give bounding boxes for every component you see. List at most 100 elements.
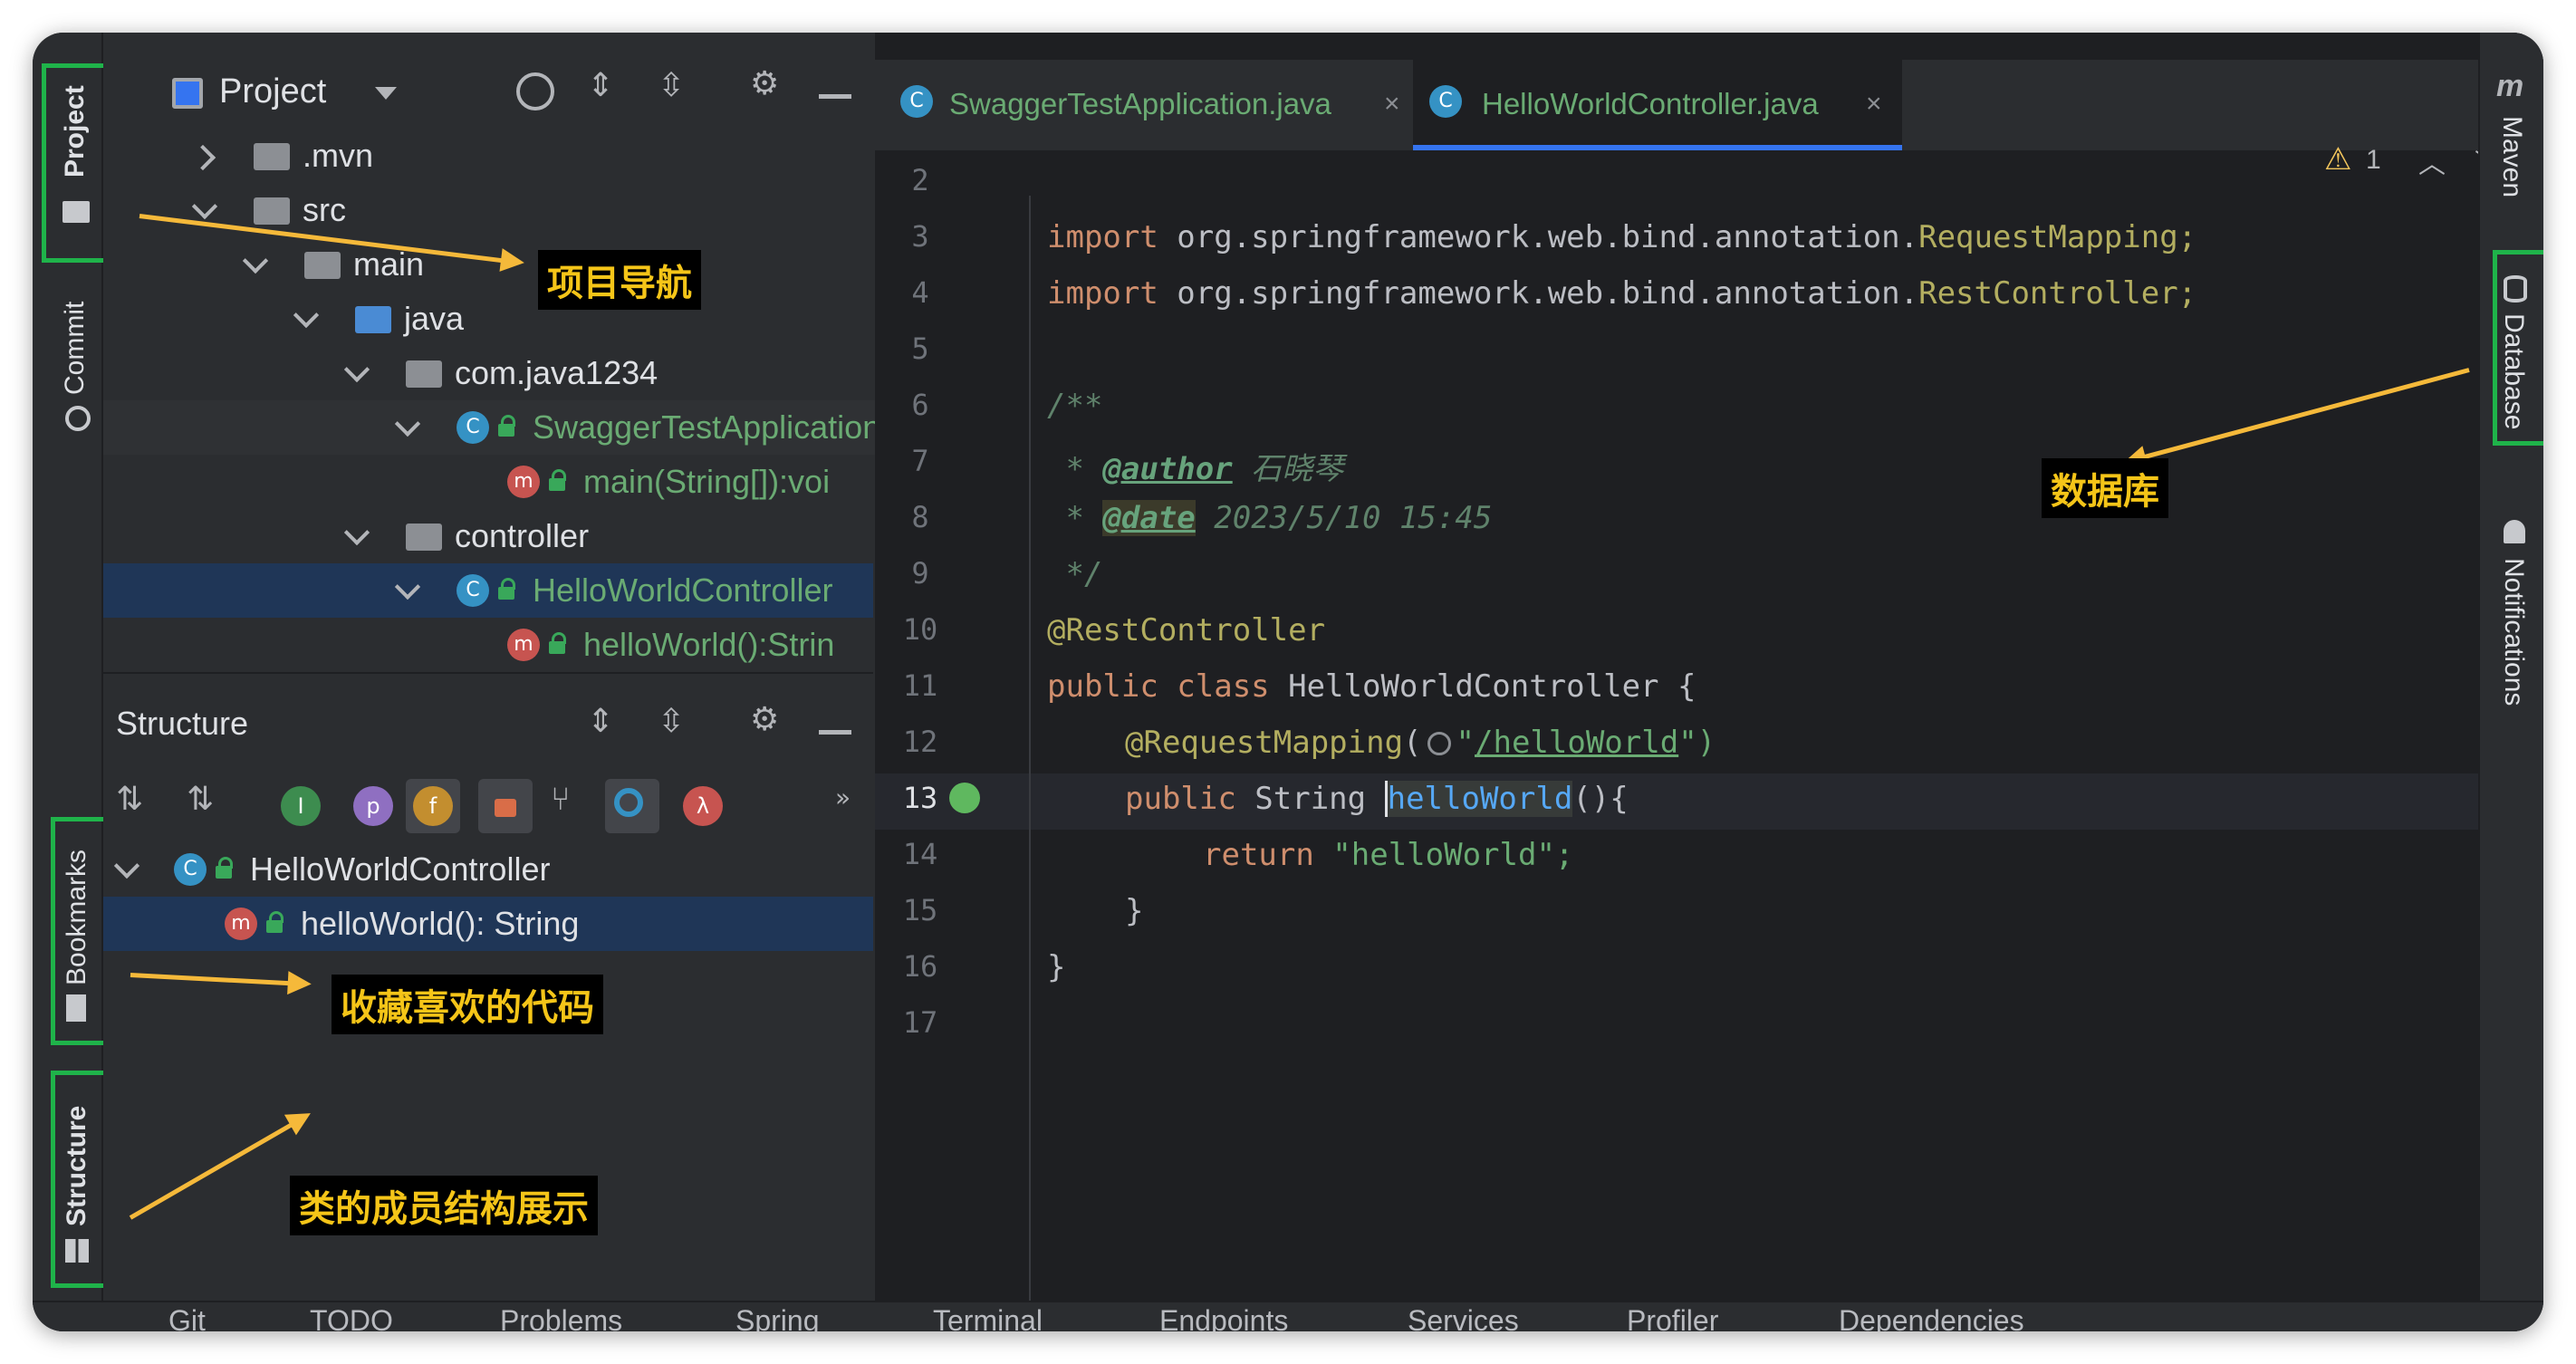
folder-icon (62, 201, 90, 223)
code-line-13: public String helloWorld(){ (1125, 781, 1629, 817)
structure-tool-button[interactable]: Structure (62, 1106, 92, 1226)
show-properties-icon[interactable]: p (353, 786, 393, 826)
bottom-tab-endpoints[interactable]: Endpoints (1159, 1302, 1288, 1331)
close-icon[interactable]: × (1866, 63, 1882, 145)
package-icon (406, 524, 442, 551)
tree-item-helloworld-controller[interactable]: C HelloWorldController (103, 563, 873, 618)
tree-item-helloworld-method[interactable]: m helloWorld():Strin (103, 618, 873, 672)
tree-item-main[interactable]: main (103, 237, 873, 292)
code-line-16: } (1047, 949, 1066, 985)
class-icon: C (457, 574, 489, 607)
collapse-all-icon[interactable]: ⇳ (658, 67, 685, 104)
project-tool-button[interactable]: Project (60, 85, 91, 178)
database-icon (2504, 275, 2527, 303)
bottom-tool-bar: Git TODO Problems Spring Terminal Endpoi… (33, 1301, 2543, 1331)
tree-item-package[interactable]: com.java1234 (103, 346, 873, 400)
class-icon: C (174, 853, 207, 886)
chevron-down-icon (113, 852, 140, 879)
tree-item-main-method[interactable]: m main(String[]):voi (103, 455, 873, 509)
collapse-all-icon[interactable]: ⇳ (658, 703, 685, 740)
project-panel-title[interactable]: Project (219, 72, 326, 111)
code-area[interactable]: import org.springframework.web.bind.anno… (875, 152, 2543, 1293)
spring-boot-class-icon: C (457, 411, 489, 444)
bookmarks-callout: 收藏喜欢的代码 (332, 975, 603, 1034)
globe-icon[interactable] (1427, 732, 1451, 755)
chevron-down-icon (394, 573, 421, 600)
tree-item-label: main(String[]):voi (583, 463, 831, 500)
commit-tool-button[interactable]: Commit (60, 302, 91, 395)
expand-all-icon[interactable]: ⇕ (587, 703, 614, 740)
tab-helloworld-controller[interactable]: C HelloWorldController.java × (1413, 60, 1902, 150)
sort-alphabetically-icon[interactable]: ⇅ (187, 781, 214, 818)
folder-icon (304, 252, 341, 279)
code-line-6: /** (1047, 388, 1103, 424)
minimize-icon[interactable] (819, 94, 851, 99)
editor: C SwaggerTestApplication.java × C HelloW… (875, 33, 2543, 1331)
tree-item-label: helloWorld():Strin (583, 626, 835, 663)
spring-boot-class-icon: C (900, 85, 933, 118)
commit-icon (65, 406, 91, 431)
method-icon: m (507, 629, 540, 661)
project-nav-callout: 项目导航 (538, 250, 701, 310)
minimize-icon[interactable] (819, 730, 851, 735)
tree-item-swagger-app[interactable]: C SwaggerTestApplication (103, 400, 938, 455)
notifications-tool-button[interactable]: Notifications (2498, 558, 2529, 706)
locate-icon[interactable] (516, 72, 554, 110)
tree-item-label: controller (455, 517, 590, 554)
code-line-3: import org.springframework.web.bind.anno… (1047, 219, 2197, 255)
lock-icon (549, 469, 566, 491)
gear-icon[interactable]: ⚙ (750, 65, 779, 102)
lock-icon[interactable] (495, 799, 516, 817)
left-tool-strip: Project Commit Bookmarks Structure (33, 33, 121, 1331)
lock-icon (549, 632, 566, 654)
chevron-down-icon (293, 302, 320, 329)
tree-item-controller[interactable]: controller (103, 509, 873, 563)
chevron-down-icon (343, 519, 370, 546)
bottom-tab-dependencies[interactable]: Dependencies (1839, 1302, 2024, 1331)
bottom-tab-problems[interactable]: Problems (500, 1302, 622, 1331)
method-icon: m (225, 908, 257, 940)
show-lambdas-icon[interactable]: λ (683, 786, 723, 826)
structure-item-class[interactable]: C HelloWorldController (103, 842, 873, 897)
sort-by-visibility-icon[interactable]: ⇅ (116, 781, 143, 818)
bell-icon (2504, 520, 2525, 543)
code-line-12: @RequestMapping("/helloWorld") (1125, 725, 1716, 761)
tab-label: SwaggerTestApplication.java (949, 87, 1331, 120)
structure-panel-title: Structure (116, 705, 249, 742)
expand-all-icon[interactable]: ⇕ (587, 67, 614, 104)
show-inherited-icon[interactable]: I (281, 786, 321, 826)
chevron-down-icon (191, 193, 218, 220)
bottom-tab-spring[interactable]: Spring (735, 1302, 820, 1331)
bottom-tab-terminal[interactable]: Terminal (933, 1302, 1043, 1331)
chevron-down-icon[interactable] (375, 87, 397, 100)
bottom-tab-profiler[interactable]: Profiler (1627, 1302, 1718, 1331)
database-tool-button[interactable]: Database (2498, 313, 2529, 429)
bottom-tab-git[interactable]: Git (168, 1302, 206, 1331)
code-line-10: @RestController (1047, 612, 1326, 648)
bookmarks-tool-button[interactable]: Bookmarks (62, 850, 92, 985)
chevron-down-icon (394, 410, 421, 437)
source-folder-icon (355, 306, 391, 333)
right-tool-strip: m Maven Database Notifications (2478, 33, 2543, 1331)
autoscroll-icon[interactable] (614, 788, 643, 817)
lock-icon (266, 911, 284, 933)
tree-item-src[interactable]: src (103, 183, 873, 237)
tree-item-mvn[interactable]: .mvn (103, 129, 873, 183)
tree-item-java[interactable]: java (103, 292, 873, 346)
code-line-4: import org.springframework.web.bind.anno… (1047, 275, 2197, 312)
tab-swagger-test-application[interactable]: C SwaggerTestApplication.java × (889, 60, 1409, 150)
chevron-down-icon (242, 247, 269, 274)
bottom-tab-services[interactable]: Services (1408, 1302, 1519, 1331)
tree-item-label: .mvn (303, 137, 374, 174)
show-fields-icon[interactable]: f (413, 786, 453, 826)
gear-icon[interactable]: ⚙ (750, 701, 779, 738)
project-view-icon (172, 78, 203, 109)
structure-item-method[interactable]: m helloWorld(): String (103, 897, 873, 951)
more-icon[interactable]: » (835, 783, 851, 812)
show-anonymous-icon[interactable]: ⑂ (551, 781, 571, 818)
maven-tool-button[interactable]: Maven (2496, 116, 2527, 197)
tree-item-label: com.java1234 (455, 354, 658, 391)
close-icon[interactable]: × (1384, 63, 1400, 145)
ide-window: Project Commit Bookmarks Structure Proje… (33, 33, 2543, 1331)
bottom-tab-todo[interactable]: TODO (310, 1302, 393, 1331)
